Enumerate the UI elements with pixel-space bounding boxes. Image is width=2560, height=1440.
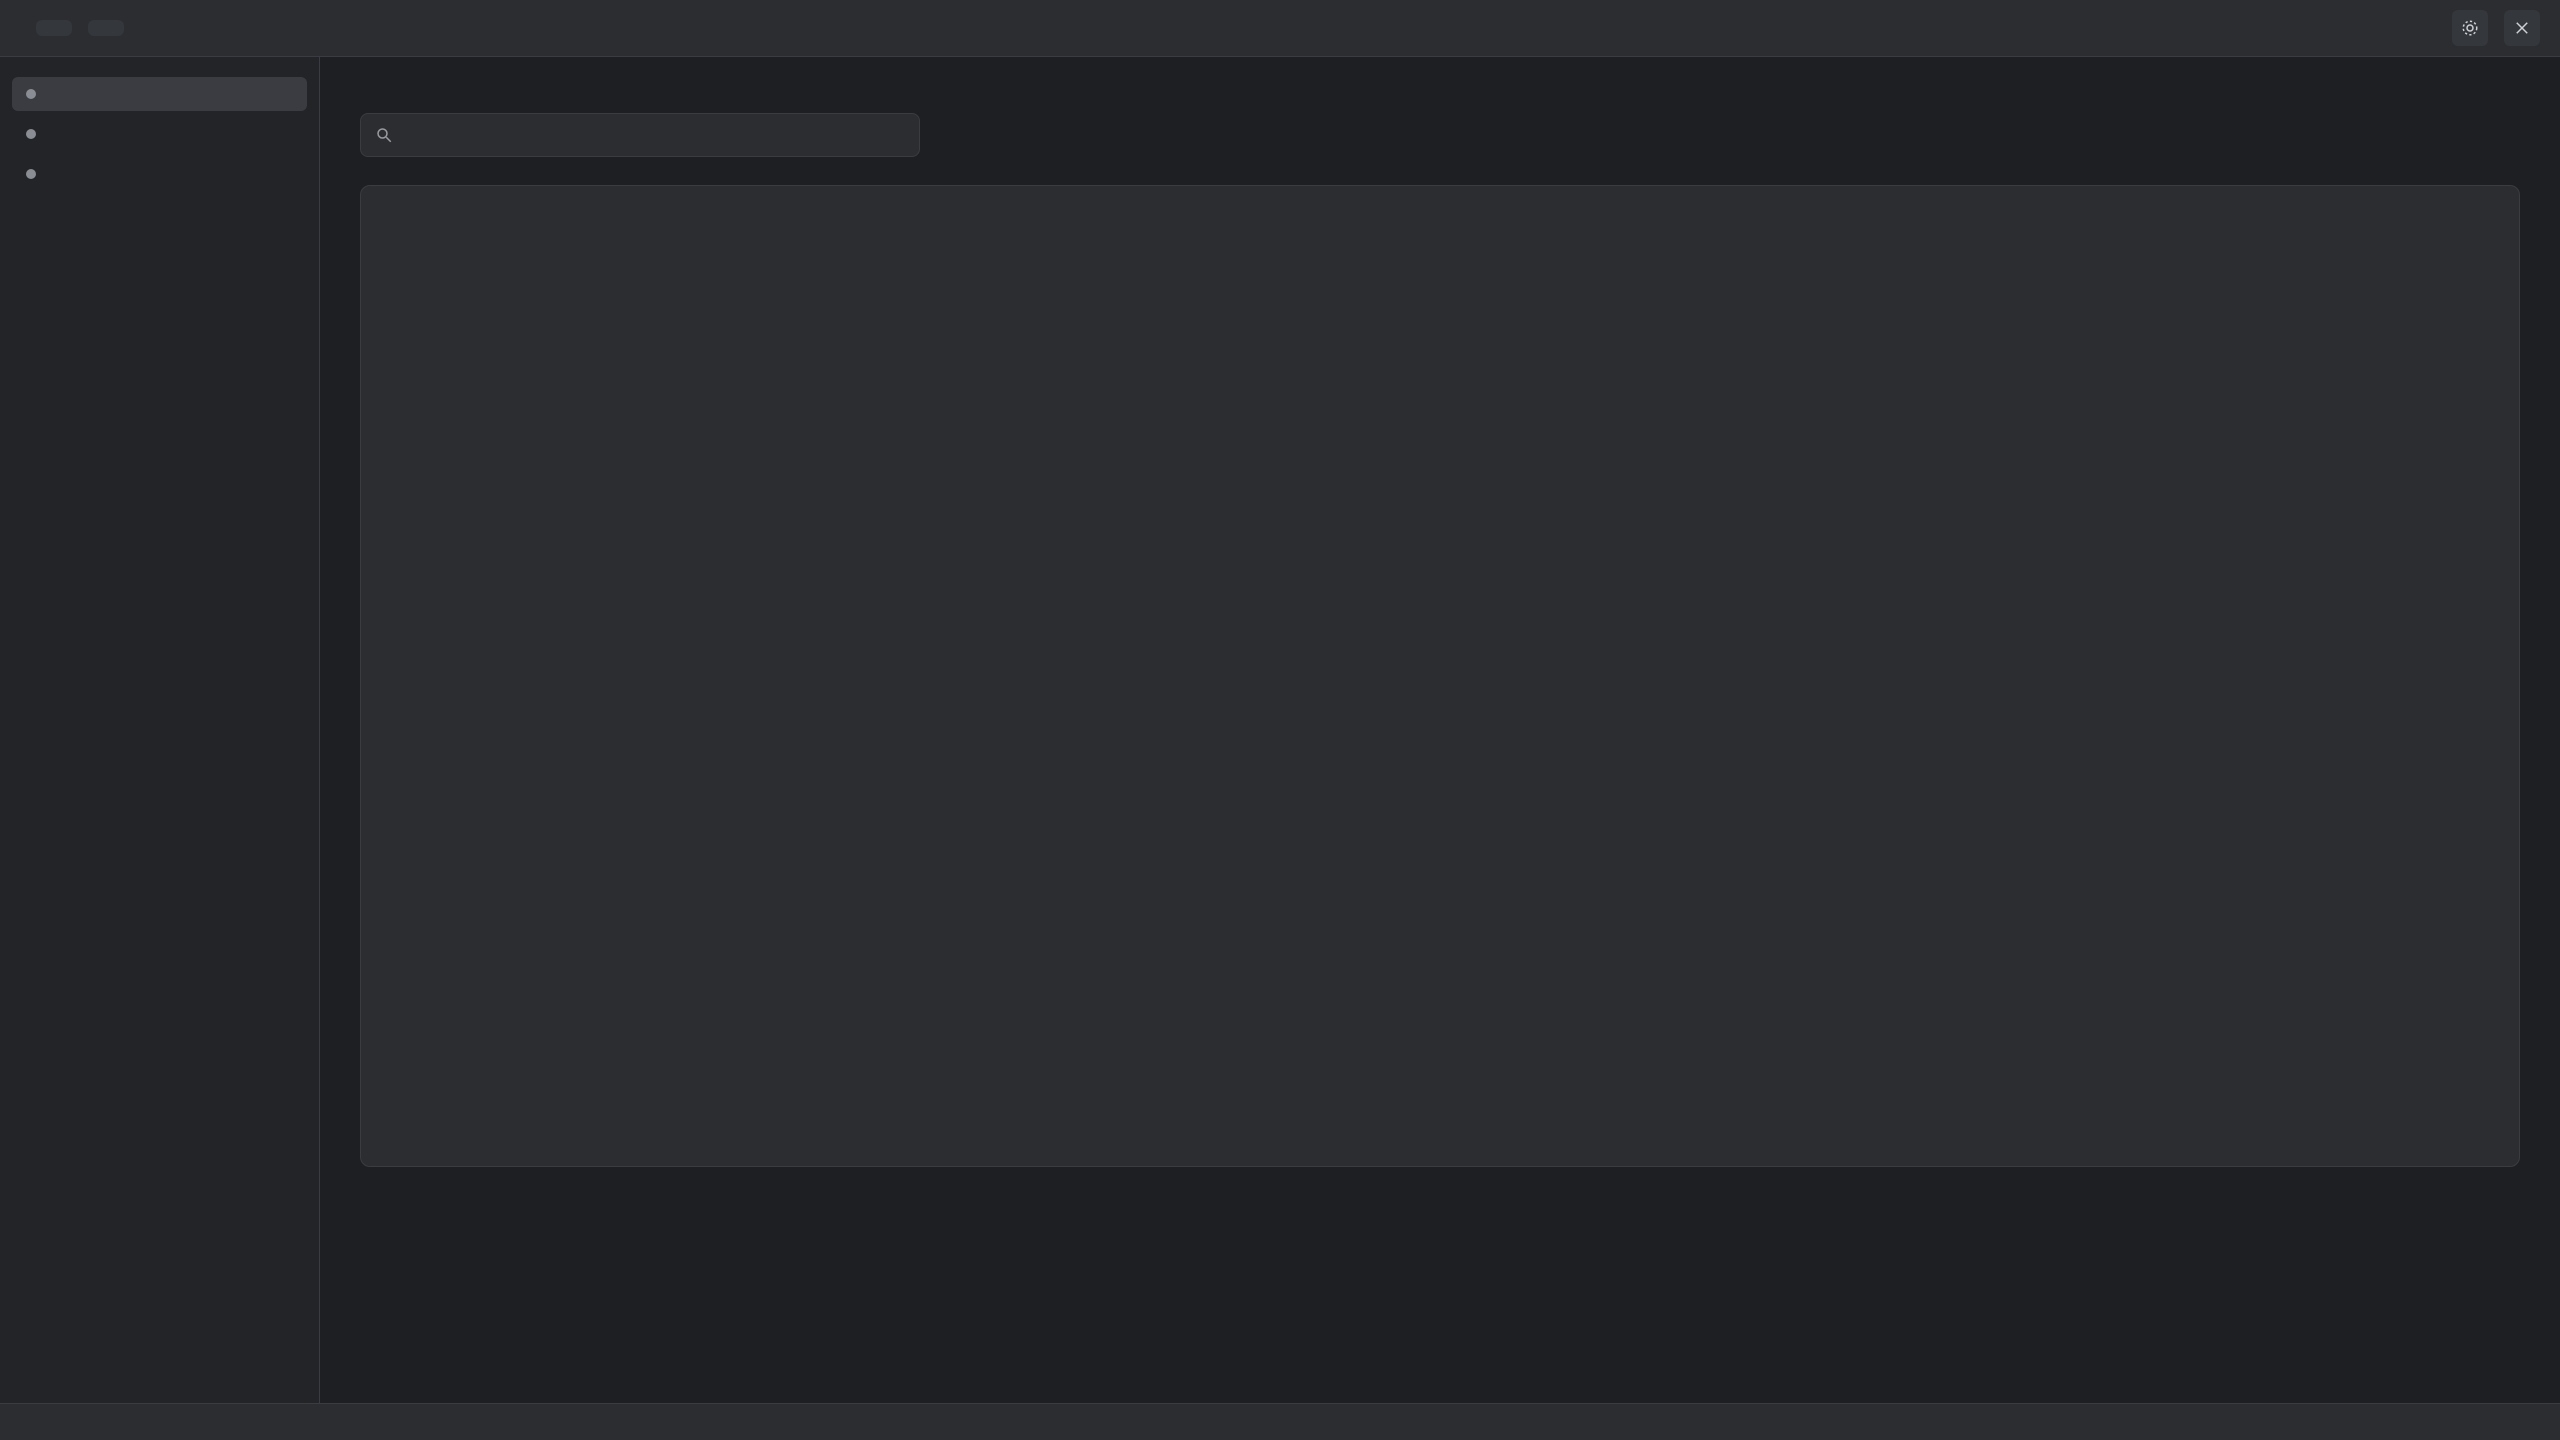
settings-button[interactable]: [2452, 10, 2488, 46]
bullet-icon: [26, 89, 36, 99]
status-bar: [0, 1403, 2560, 1440]
bullet-icon: [26, 129, 36, 139]
app-window: [0, 0, 2560, 1440]
search-box: [360, 113, 920, 157]
sidebar-item-3[interactable]: [12, 157, 307, 191]
gear-icon: [2462, 20, 2478, 36]
search-input[interactable]: [403, 124, 905, 146]
search-icon: [377, 128, 392, 143]
main-content: [320, 57, 2560, 1403]
close-button[interactable]: [2504, 10, 2540, 46]
app-body: [0, 57, 2560, 1403]
content-panel: [360, 185, 2520, 1167]
sidebar-item-1[interactable]: [12, 77, 307, 111]
title-bar: [0, 0, 2560, 57]
sidebar-item-2[interactable]: [12, 117, 307, 151]
bullet-icon: [26, 169, 36, 179]
close-icon: [2516, 22, 2528, 34]
tab-2[interactable]: [88, 20, 124, 36]
tab-1[interactable]: [36, 20, 72, 36]
sidebar: [0, 57, 320, 1403]
